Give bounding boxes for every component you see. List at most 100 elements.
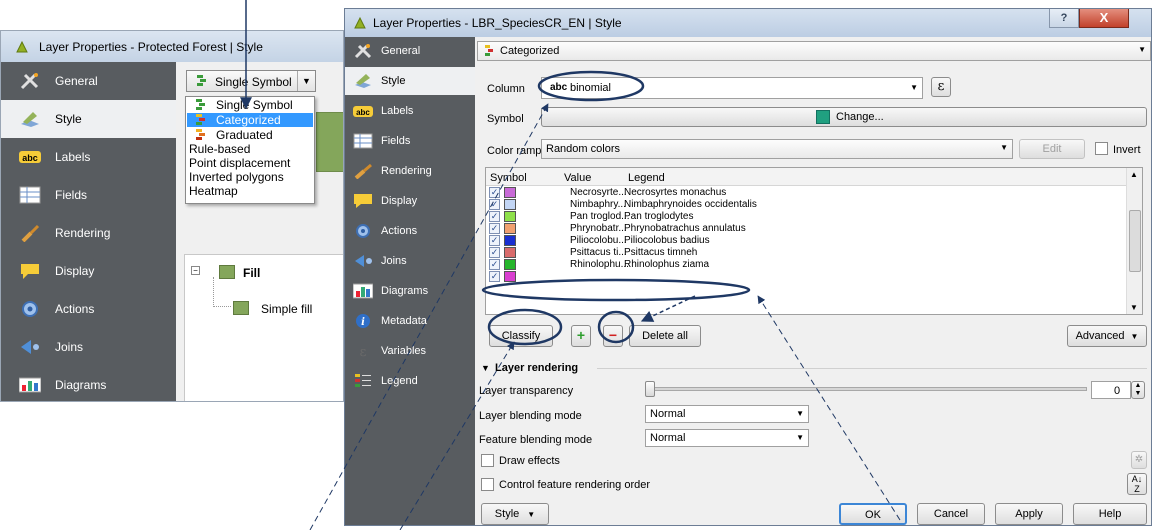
table-row[interactable]: ✓ — [486, 271, 1126, 283]
row-symbol-swatch[interactable] — [504, 259, 516, 270]
categories-scrollbar[interactable]: ▲ ▼ — [1126, 168, 1142, 314]
table-row[interactable]: ✓ Rhinolophu... Rhinolophus ziama — [486, 259, 1126, 271]
sidebar-item-fields[interactable]: Fields — [345, 127, 475, 155]
scroll-up-icon[interactable]: ▲ — [1130, 170, 1138, 179]
row-value[interactable]: Psittacus ti... — [570, 247, 627, 258]
back-sidebar-item-actions[interactable]: Actions — [1, 290, 176, 328]
row-checkbox[interactable]: ✓ — [489, 235, 500, 246]
transparency-spinbox[interactable]: 0 — [1091, 381, 1131, 399]
back-sidebar-item-general[interactable]: General — [1, 62, 176, 100]
row-value[interactable]: Piliocolobu... — [570, 235, 627, 246]
row-checkbox[interactable]: ✓ — [489, 223, 500, 234]
change-symbol-button[interactable]: Change... — [541, 107, 1147, 127]
transparency-slider-track[interactable] — [647, 387, 1087, 391]
sidebar-item-variables[interactable]: ε Variables — [345, 337, 475, 365]
back-sidebar-item-diagrams[interactable]: Diagrams — [1, 366, 176, 401]
effects-settings-icon[interactable]: ✲ — [1131, 451, 1147, 469]
classify-button[interactable]: Classify — [489, 325, 553, 347]
layer-blending-combo[interactable]: Normal ▼ — [645, 405, 809, 423]
invert-checkbox[interactable] — [1095, 142, 1108, 155]
tree-simple-fill-label[interactable]: Simple fill — [261, 302, 312, 316]
renderer-option-heatmap[interactable]: Heatmap — [189, 184, 238, 198]
table-row[interactable]: ✓ Piliocolobu... Piliocolobus badius — [486, 235, 1126, 247]
column-header-value[interactable]: Value — [558, 168, 622, 186]
row-symbol-swatch[interactable] — [504, 247, 516, 258]
remove-category-button[interactable]: − — [603, 325, 623, 347]
row-value[interactable]: Nimbaphry... — [570, 199, 626, 210]
row-symbol-swatch[interactable] — [504, 211, 516, 222]
scroll-down-icon[interactable]: ▼ — [1130, 303, 1138, 312]
scrollbar-thumb[interactable] — [1129, 210, 1141, 272]
row-symbol-swatch[interactable] — [504, 199, 516, 210]
row-legend[interactable]: Nimbaphrynoides occidentalis — [624, 199, 757, 210]
sidebar-item-joins[interactable]: Joins — [345, 247, 475, 275]
back-sidebar-item-display[interactable]: Display — [1, 252, 176, 290]
row-checkbox[interactable]: ✓ — [489, 211, 500, 222]
column-header-symbol[interactable]: Symbol — [486, 168, 558, 186]
row-value[interactable]: Necrosyrte... — [570, 187, 627, 198]
renderer-combo[interactable]: Categorized ▼ — [477, 41, 1151, 61]
row-legend[interactable]: Psittacus timneh — [624, 247, 697, 258]
categories-table[interactable]: Symbol Value Legend ✓ Necrosyrte... Necros… — [485, 167, 1143, 315]
edit-ramp-button[interactable]: Edit — [1019, 139, 1085, 159]
sidebar-item-general[interactable]: General — [345, 37, 475, 65]
add-category-button[interactable]: + — [571, 325, 591, 347]
back-sidebar-item-joins[interactable]: Joins — [1, 328, 176, 366]
renderer-option-single-symbol[interactable]: Single Symbol — [216, 98, 293, 112]
sort-order-icon[interactable]: A↓ Z — [1127, 473, 1147, 495]
table-row[interactable]: ✓ Necrosyrte... Necrosyrtes monachus — [486, 187, 1126, 199]
row-symbol-swatch[interactable] — [504, 223, 516, 234]
collapse-icon[interactable]: − — [191, 266, 200, 275]
row-legend[interactable]: Necrosyrtes monachus — [624, 187, 726, 198]
table-row[interactable]: ✓ Nimbaphry... Nimbaphrynoides occidentali… — [486, 199, 1126, 211]
row-value[interactable]: Rhinolophu... — [570, 259, 629, 270]
row-checkbox[interactable]: ✓ — [489, 247, 500, 258]
back-sidebar-item-rendering[interactable]: Rendering — [1, 214, 176, 252]
back-renderer-combo[interactable]: Single Symbol ▼ — [186, 70, 316, 92]
row-symbol-swatch[interactable] — [504, 187, 516, 198]
back-sidebar-item-fields[interactable]: Fields — [1, 176, 176, 214]
row-checkbox[interactable]: ✓ — [489, 187, 500, 198]
table-row[interactable]: ✓ Psittacus ti... Psittacus timneh — [486, 247, 1126, 259]
renderer-option-inverted-polygons[interactable]: Inverted polygons — [189, 170, 284, 184]
table-row[interactable]: ✓ Pan troglod... Pan troglodytes — [486, 211, 1126, 223]
renderer-option-point-displacement[interactable]: Point displacement — [189, 156, 290, 170]
feature-blending-combo[interactable]: Normal ▼ — [645, 429, 809, 447]
ok-button[interactable]: OK — [839, 503, 907, 525]
collapse-triangle-icon[interactable]: ▼ — [481, 363, 490, 373]
table-row[interactable]: ✓ Phrynobatr... Phrynobatrachus annulatus — [486, 223, 1126, 235]
sidebar-item-display[interactable]: Display — [345, 187, 475, 215]
row-legend[interactable]: Phrynobatrachus annulatus — [624, 223, 746, 234]
row-symbol-swatch[interactable] — [504, 235, 516, 246]
close-button[interactable]: X — [1079, 9, 1129, 28]
row-value[interactable]: Phrynobatr... — [570, 223, 627, 234]
sidebar-item-style[interactable]: Style — [345, 67, 475, 95]
sidebar-item-actions[interactable]: Actions — [345, 217, 475, 245]
sidebar-item-metadata[interactable]: i Metadata — [345, 307, 475, 335]
renderer-option-graduated[interactable]: Graduated — [216, 128, 273, 142]
sidebar-item-diagrams[interactable]: Diagrams — [345, 277, 475, 305]
help-title-button[interactable]: ? — [1049, 9, 1079, 28]
row-checkbox[interactable]: ✓ — [489, 199, 500, 210]
draw-effects-checkbox[interactable] — [481, 454, 494, 467]
row-symbol-swatch[interactable] — [504, 271, 516, 282]
renderer-option-rule-based[interactable]: Rule-based — [189, 142, 250, 156]
control-order-checkbox[interactable] — [481, 478, 494, 491]
expression-button[interactable]: ε — [931, 77, 951, 97]
help-button[interactable]: Help — [1073, 503, 1147, 525]
back-sidebar-item-labels[interactable]: abc Labels — [1, 138, 176, 176]
apply-button[interactable]: Apply — [995, 503, 1063, 525]
sidebar-item-labels[interactable]: abc Labels — [345, 97, 475, 125]
row-checkbox[interactable]: ✓ — [489, 271, 500, 282]
row-legend[interactable]: Piliocolobus badius — [624, 235, 710, 246]
sidebar-item-rendering[interactable]: Rendering — [345, 157, 475, 185]
row-legend[interactable]: Rhinolophus ziama — [624, 259, 709, 270]
cancel-button[interactable]: Cancel — [917, 503, 985, 525]
style-menu-button[interactable]: Style ▼ — [481, 503, 549, 525]
chevron-down-icon[interactable]: ▼ — [297, 71, 315, 91]
delete-all-button[interactable]: Delete all — [629, 325, 701, 347]
sidebar-item-legend[interactable]: Legend — [345, 367, 475, 395]
row-checkbox[interactable]: ✓ — [489, 259, 500, 270]
column-combo[interactable]: abc binomial ▼ — [541, 77, 923, 99]
color-ramp-combo[interactable]: Random colors ▼ — [541, 139, 1013, 159]
